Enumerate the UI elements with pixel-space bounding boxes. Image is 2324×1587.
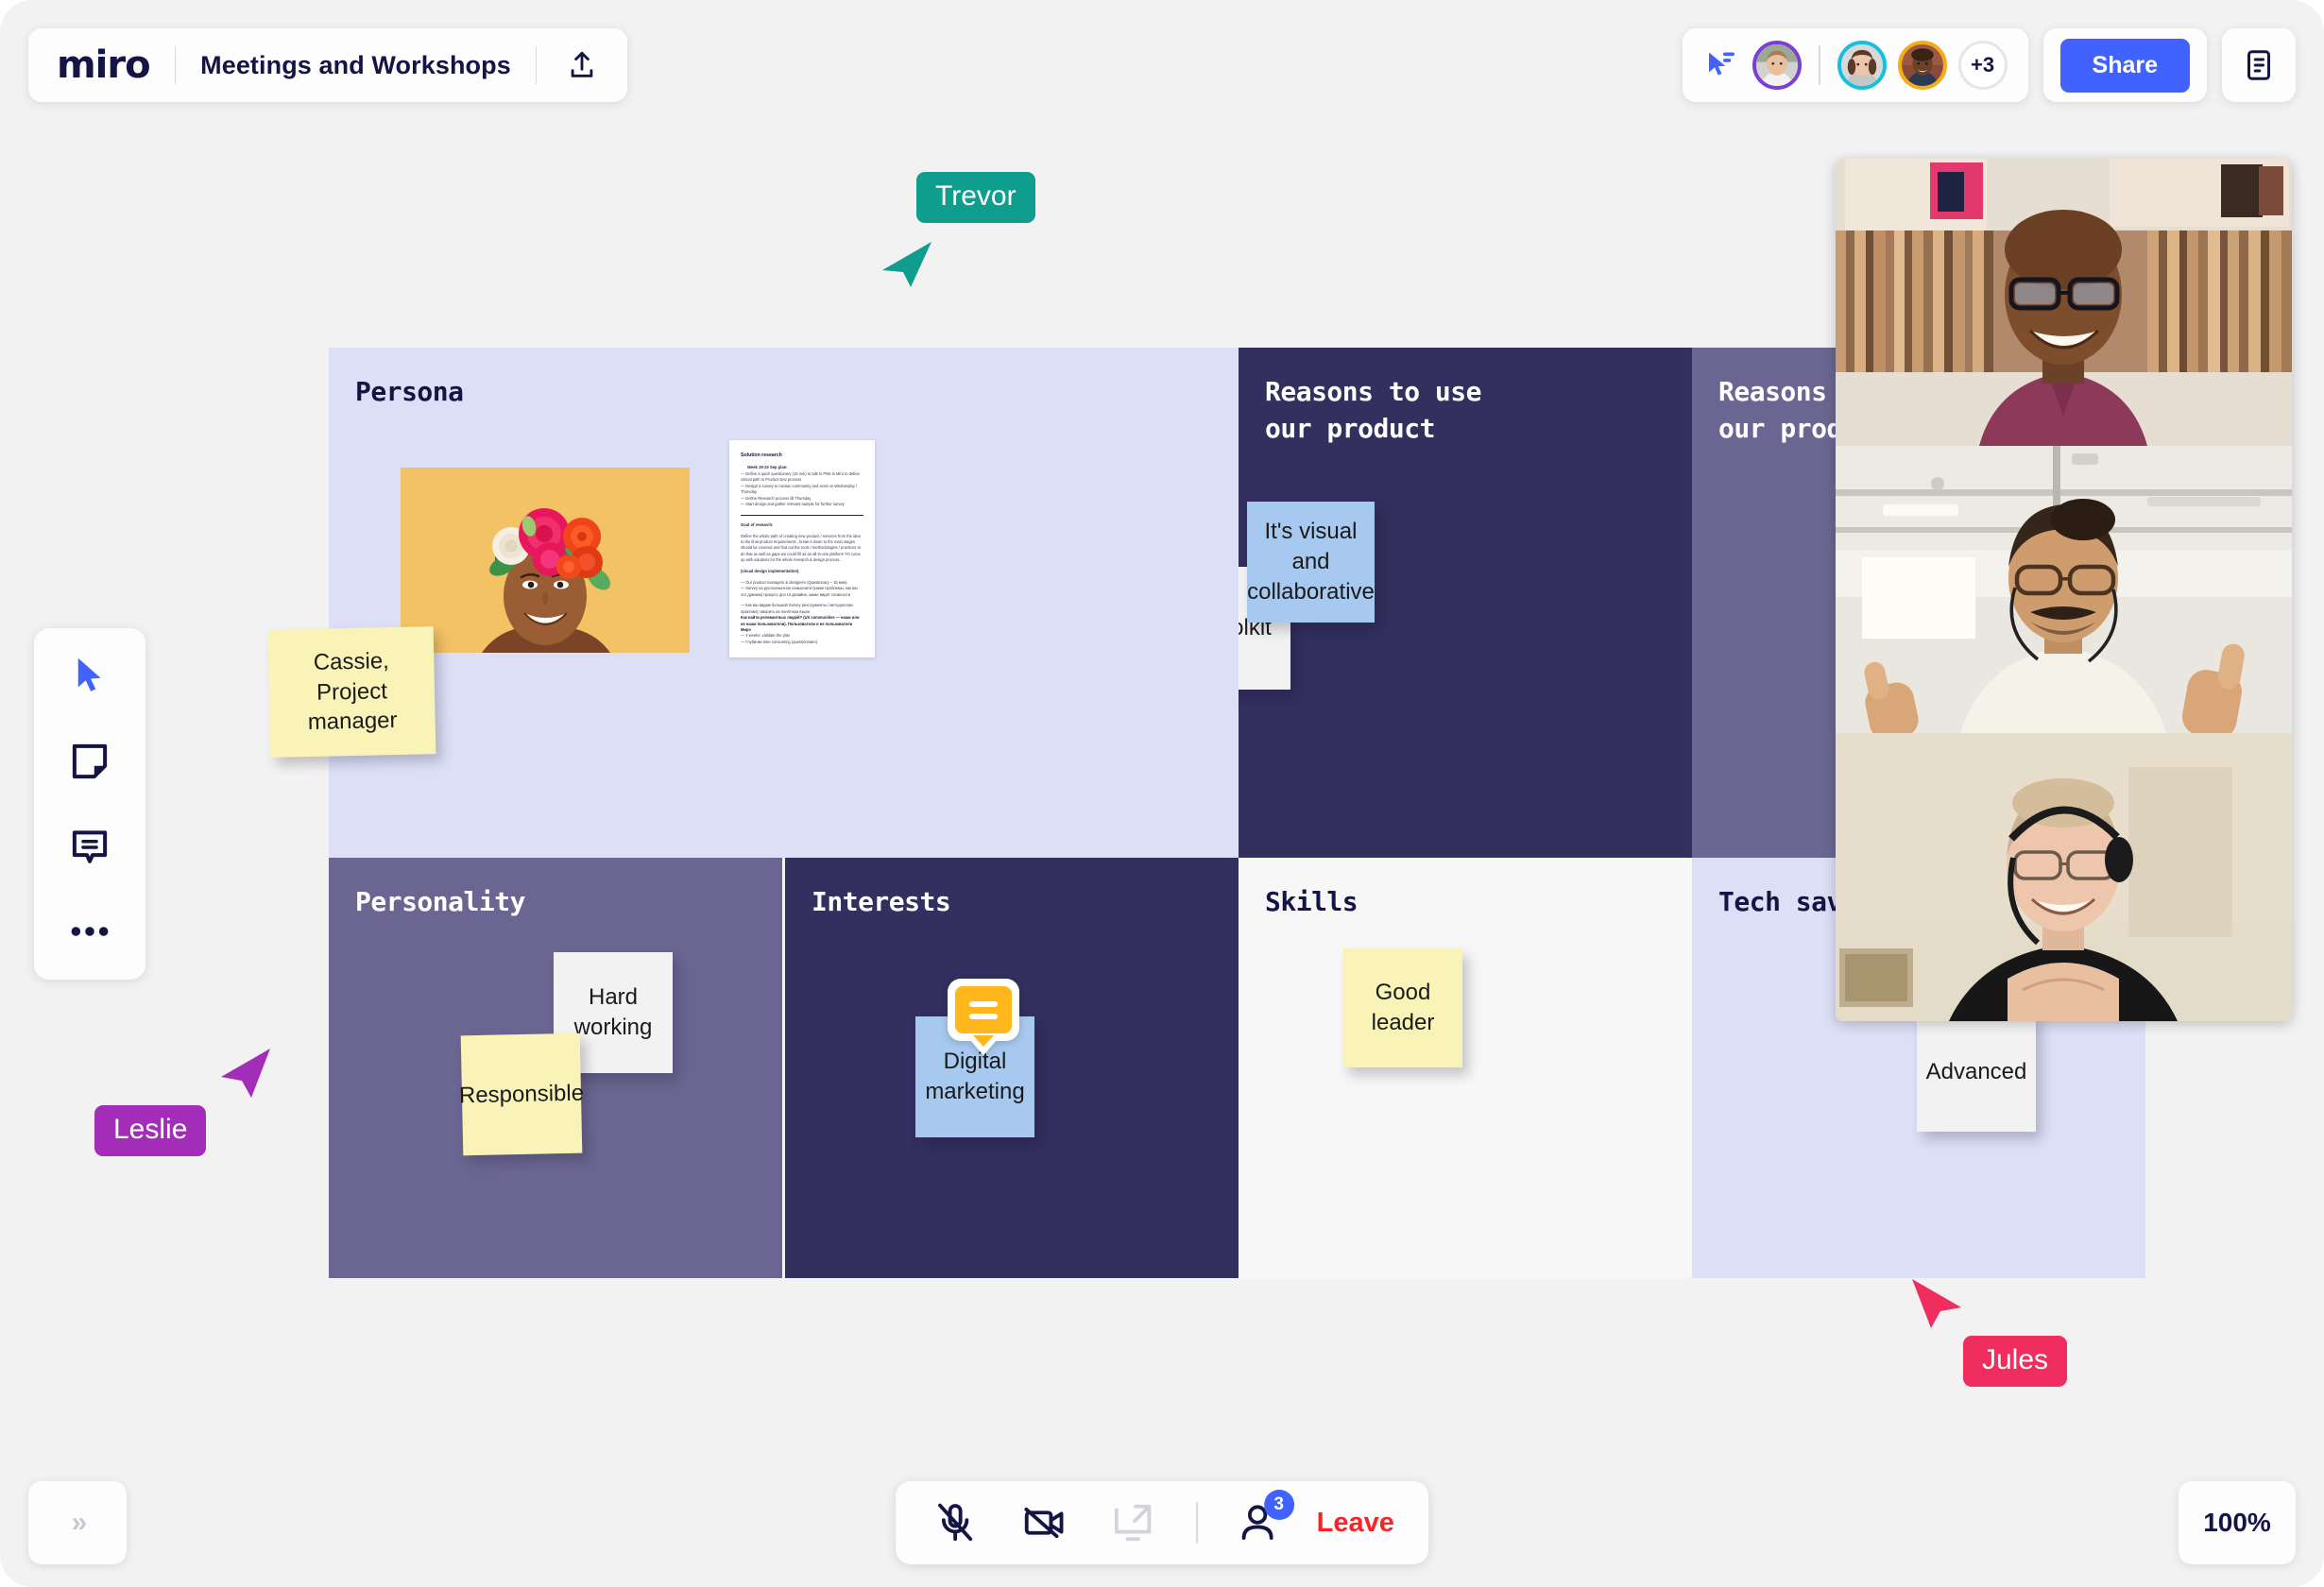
doc-week-line: — Define a quick questionary (15 min) to… [741,471,860,483]
sticky-visual-collaborative[interactable]: It's visual and collaborative [1247,502,1375,623]
tool-sticky-note[interactable] [63,738,116,785]
camera-muted-icon [1024,1507,1064,1539]
notes-panel-icon [2247,50,2270,80]
avatar[interactable] [1897,41,1947,90]
sticky-advanced[interactable]: Advanced [1917,1013,2036,1132]
sticky-responsible[interactable]: Responsible [458,1032,585,1156]
video-tile-2[interactable] [1836,446,2292,733]
header-divider [174,46,177,84]
panel-reasons-1[interactable]: Reasons to use our product Its toolkit I… [1239,348,1692,858]
camera-mute-button[interactable] [1018,1497,1069,1548]
leave-call-button[interactable]: Leave [1317,1508,1394,1539]
miro-app-window: Persona Solution research Week 19-23 Sep… [0,0,2324,1587]
cursor-label-trevor: Trevor [916,172,1035,223]
miro-logo[interactable]: miro [57,46,151,84]
upload-icon[interactable] [561,44,603,86]
doc-bold-line: Как найти релевантных людей? (UX communi… [741,615,860,632]
panel-interests[interactable]: Interests Digital marketing [785,858,1239,1278]
tool-comment[interactable] [63,823,116,870]
header-right-cluster: +3 Share [1683,28,2296,102]
video-call-panel[interactable] [1836,159,2292,1021]
sticky-text: Digital marketing [925,1049,1025,1104]
sticky-cassie[interactable]: Cassie, Project manager [267,626,436,758]
video-call-toolbar: 3 Leave [896,1481,1428,1564]
panel-personality[interactable]: Personality Hard working Responsible [329,858,782,1278]
left-toolbar [34,628,145,980]
avatar[interactable] [1752,41,1803,90]
expand-panel-button[interactable]: » [28,1481,127,1564]
sticky-text: Responsible [458,1080,585,1109]
microphone-muted-icon [938,1503,973,1542]
presence-divider [1819,45,1820,85]
doc-title: Solution research [741,452,782,458]
participants-button[interactable]: 3 [1236,1490,1294,1544]
board-header-bar: miro Meetings and Workshops [28,28,628,102]
doc-tail-line: — Глубинки time-consuming (questionnaire… [741,639,818,644]
panel-title-interests: Interests [812,886,951,917]
more-options-icon [71,927,109,936]
comment-badge[interactable] [948,979,1019,1055]
video-tile-1[interactable] [1836,159,2292,446]
doc-divider [741,514,863,516]
cursor-arrow-leslie [221,1049,270,1098]
document-card-solution-research[interactable]: Solution research Week 19-23 Sep plan: —… [729,440,875,657]
callbar-divider [1196,1502,1198,1544]
sticky-text: Advanced [1925,1059,2027,1085]
share-screen-icon [1114,1504,1152,1542]
doc-visual-heading: (visual design implementation) [741,568,799,573]
board-title[interactable]: Meetings and Workshops [200,51,511,80]
cursor-arrow-trevor [882,242,931,287]
participants-count-badge: 3 [1263,1490,1294,1520]
share-card: Share [2042,28,2207,102]
sticky-note-icon [72,743,108,779]
comment-icon [72,830,108,863]
sticky-text: It's visual and collaborative [1247,519,1375,605]
cursor-arrow-jules [1912,1279,1961,1328]
avatar-overflow-count[interactable]: +3 [1957,41,2008,90]
doc-week-heading: Week 19-23 Sep plan: [747,465,788,469]
share-screen-button[interactable] [1107,1497,1158,1548]
notes-panel-button[interactable] [2222,28,2296,102]
presence-card: +3 [1683,28,2028,102]
panel-title-personality: Personality [355,886,525,917]
doc-goal-heading: Goal of research: [741,521,774,527]
doc-visual-line: — Survey на русскоязычное комьюнити (как… [741,586,858,597]
panel-title-persona: Persona [355,376,464,407]
doc-visual-line: — Как мы видим большой Survey (инструмен… [741,603,853,614]
doc-week-line: — Start design and gather relevant sampl… [741,502,845,507]
comment-badge-inner [955,986,1012,1033]
panel-title-reasons-1: Reasons to use our product [1265,376,1482,444]
sticky-text: Cassie, Project manager [307,648,398,736]
panel-persona[interactable]: Persona Solution research Week 19-23 Sep… [329,348,1239,858]
sticky-text: Good leader [1371,980,1435,1035]
cursor-label-jules: Jules [1963,1336,2068,1387]
panel-skills[interactable]: Skills Good leader [1239,858,1692,1278]
tool-more-options[interactable] [63,908,116,955]
persona-photo[interactable] [401,468,690,653]
avatar[interactable] [1837,41,1887,90]
doc-week-line: — Design a survey to russian community a… [741,483,858,495]
cursor-label-leslie: Leslie [94,1105,207,1156]
mic-mute-button[interactable] [930,1497,981,1548]
header-divider [535,46,538,84]
panel-title-skills: Skills [1265,886,1359,917]
video-tile-3[interactable] [1836,733,2292,1021]
cursor-select-icon [77,657,101,691]
share-button[interactable]: Share [2059,38,2190,93]
sticky-good-leader[interactable]: Good leader [1343,948,1462,1067]
comment-badge-tail-fill [973,1035,994,1047]
tool-cursor-select[interactable] [63,653,116,700]
follow-cursor-icon[interactable] [1703,48,1737,82]
zoom-level-button[interactable]: 100% [2179,1481,2296,1564]
doc-goal-body: Define the whole path of creating new pr… [741,533,861,563]
